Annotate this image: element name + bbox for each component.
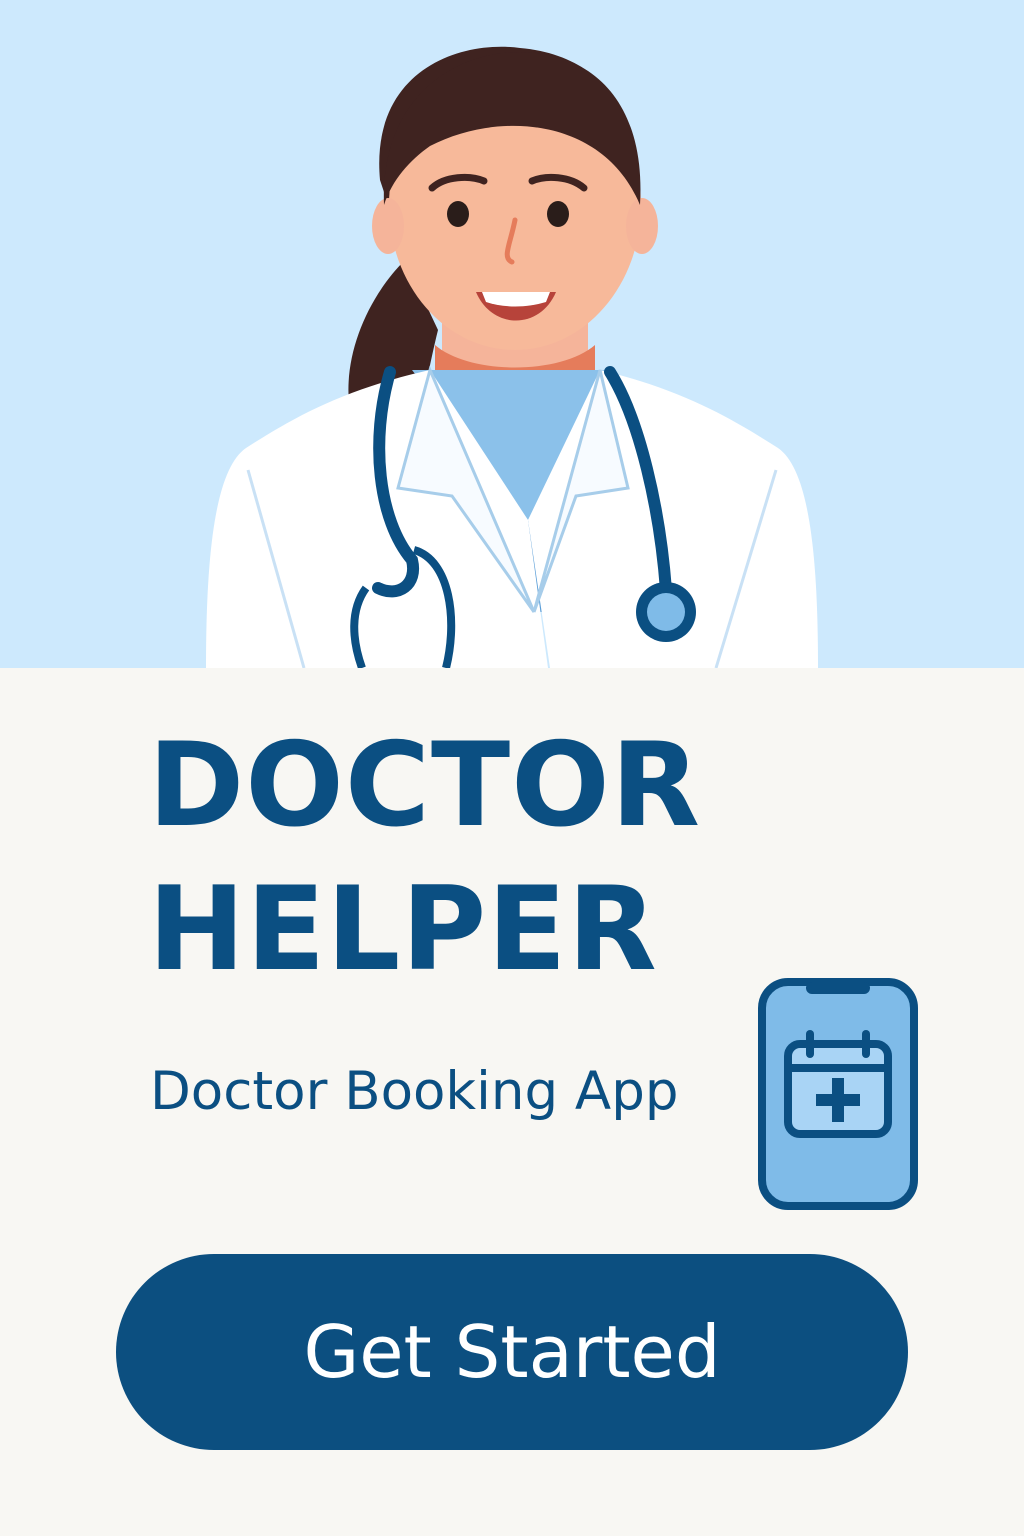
app-title-line-2: HELPER (148, 862, 658, 997)
calendar-plus-phone-icon (758, 978, 918, 1210)
app-title: DOCTOR HELPER (148, 714, 701, 1002)
app-title-line-1: DOCTOR (148, 718, 702, 853)
hero-illustration (0, 0, 1024, 668)
doctor-illustration (206, 46, 818, 668)
app-subtitle: Doctor Booking App (150, 1061, 679, 1122)
get-started-button[interactable]: Get Started (116, 1254, 908, 1450)
